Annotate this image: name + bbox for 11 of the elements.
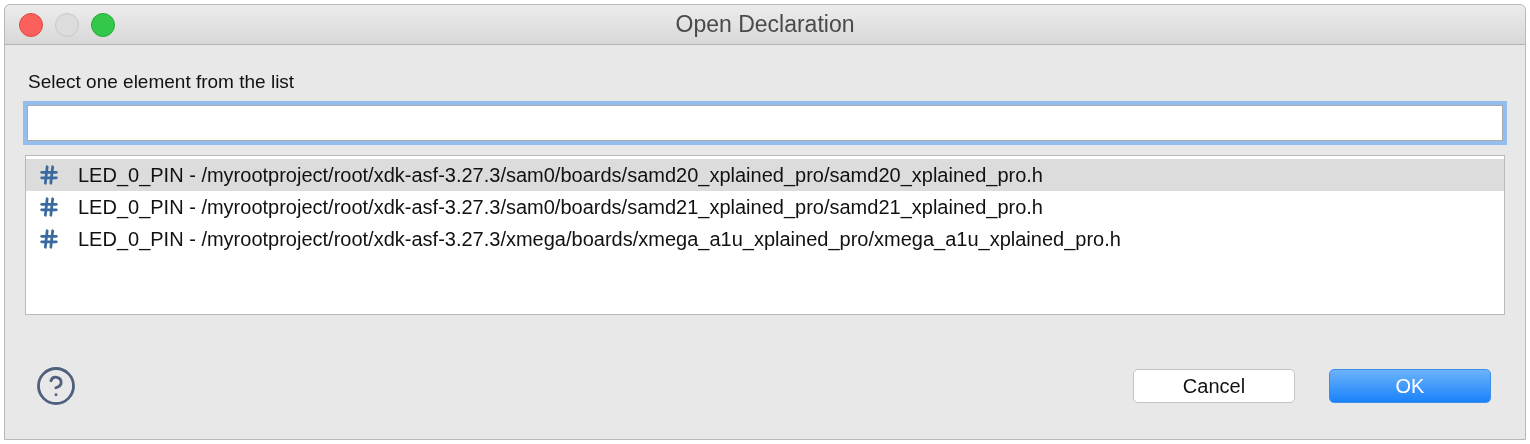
prompt-label: Select one element from the list bbox=[28, 71, 296, 93]
close-button[interactable] bbox=[19, 12, 43, 37]
cancel-button[interactable]: Cancel bbox=[1133, 369, 1295, 403]
hash-icon bbox=[38, 196, 60, 218]
hash-icon bbox=[38, 228, 60, 250]
window-title: Open Declaration bbox=[675, 11, 855, 37]
list-item[interactable]: LED_0_PIN - /myrootproject/root/xdk-asf-3.27.3/sam0/boards/samd20_xplained_pro/samd20_xplained_pro.h bbox=[26, 159, 1504, 191]
hash-icon bbox=[38, 164, 60, 186]
minimize-button[interactable] bbox=[55, 12, 79, 37]
zoom-button[interactable] bbox=[91, 12, 115, 37]
help-icon[interactable] bbox=[35, 365, 77, 407]
